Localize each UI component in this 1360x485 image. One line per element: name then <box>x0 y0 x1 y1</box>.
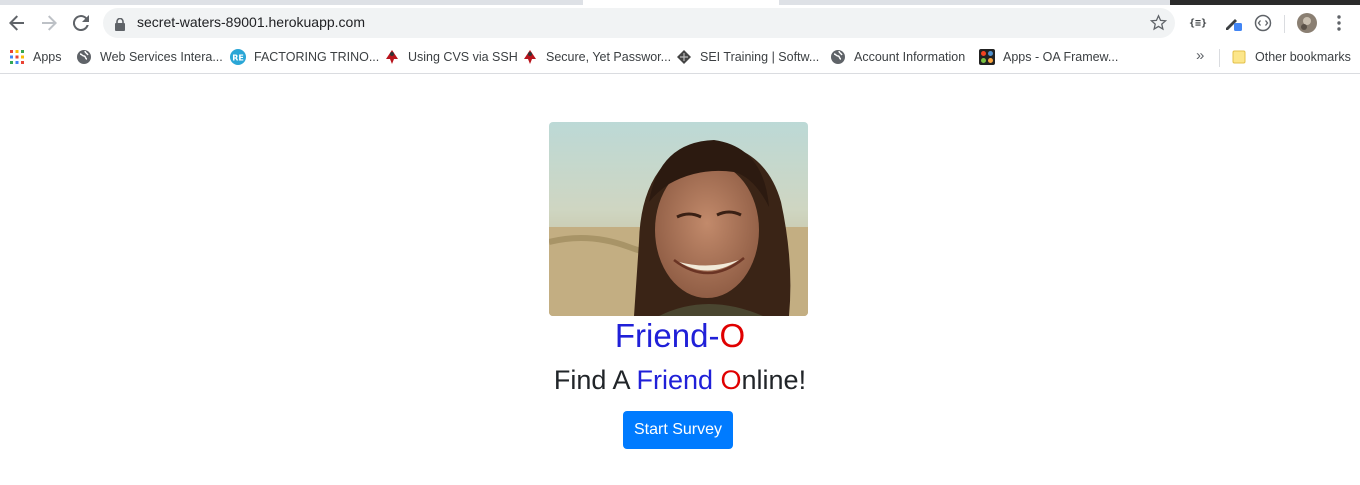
lock-icon <box>115 16 125 35</box>
bookmark-label: FACTORING TRINO... <box>254 50 380 64</box>
bookmark-apps[interactable]: Apps <box>9 48 62 66</box>
brand-title: Friend-O <box>0 316 1360 356</box>
svg-text:RE: RE <box>232 54 244 63</box>
tagline-o: O <box>720 365 742 395</box>
tagline: Find A Friend Online! <box>0 362 1360 398</box>
folder-icon <box>1231 49 1247 65</box>
sei-icon <box>676 49 692 65</box>
brand-title-dash: - <box>708 317 720 354</box>
globe-icon <box>830 49 846 65</box>
back-button[interactable] <box>3 9 31 37</box>
joomla-icon <box>979 49 995 65</box>
bookmark-label: Apps - OA Framew... <box>1003 50 1119 64</box>
bookmark-web-services[interactable]: Web Services Intera... <box>76 48 223 66</box>
re-site-icon: RE <box>230 49 246 65</box>
bookmark-factoring[interactable]: RE FACTORING TRINO... <box>230 48 379 66</box>
bookmark-label: Using CVS via SSH <box>408 50 518 64</box>
code-extension-icon[interactable] <box>1251 11 1275 35</box>
bookmarks-separator <box>1219 49 1220 67</box>
tagline-rest: nline! <box>741 365 807 395</box>
apps-grid-icon <box>9 49 25 65</box>
bookmark-label: Web Services Intera... <box>100 50 223 64</box>
bookmark-label: SEI Training | Softw... <box>700 50 820 64</box>
menu-kebab-icon[interactable] <box>1327 11 1351 35</box>
browser-toolbar: secret-waters-89001.herokuapp.com {≡} <box>0 5 1360 41</box>
bookmark-cvs-ssh[interactable]: Using CVS via SSH <box>384 48 518 66</box>
globe-icon <box>76 49 92 65</box>
forward-arrow-icon <box>42 15 57 31</box>
brand-title-o: O <box>719 317 746 354</box>
bookmark-label: Account Information <box>854 50 966 64</box>
toolbar-separator <box>1284 15 1285 33</box>
bookmark-account-info[interactable]: Account Information <box>830 48 965 66</box>
profile-avatar[interactable] <box>1295 11 1319 35</box>
start-survey-button[interactable]: Start Survey <box>623 411 733 449</box>
bookmark-label: Other bookmarks <box>1255 50 1351 64</box>
bookmark-secure[interactable]: Secure, Yet Passwor... <box>522 48 671 66</box>
bookmark-label: Secure, Yet Passwor... <box>546 50 672 64</box>
hero-portrait-image <box>549 122 808 316</box>
eyedropper-extension-icon[interactable] <box>1221 11 1245 35</box>
bug-icon <box>522 49 538 65</box>
back-arrow-icon <box>9 15 24 31</box>
bookmark-label: Apps <box>33 50 62 64</box>
reload-icon <box>73 15 89 31</box>
tagline-space <box>713 365 721 395</box>
bookmarks-overflow-chevron-icon[interactable]: » <box>1196 47 1204 64</box>
bookmark-star-icon[interactable] <box>1149 14 1168 35</box>
tagline-prefix: Find A <box>553 365 637 395</box>
reload-button[interactable] <box>67 9 95 37</box>
brand-title-friend: Friend <box>614 317 709 354</box>
bug-icon <box>384 49 400 65</box>
tagline-friend: Friend <box>636 365 713 395</box>
bookmark-oa-framework[interactable]: Apps - OA Framew... <box>979 48 1118 66</box>
bookmark-other-bookmarks[interactable]: Other bookmarks <box>1231 48 1351 66</box>
address-bar[interactable]: secret-waters-89001.herokuapp.com <box>103 8 1175 38</box>
json-viewer-extension-icon[interactable]: {≡} <box>1186 11 1210 35</box>
bookmarks-bar: Apps Web Services Intera... RE FACTORING… <box>0 41 1360 74</box>
bookmark-sei-training[interactable]: SEI Training | Softw... <box>676 48 819 66</box>
url-text: secret-waters-89001.herokuapp.com <box>137 14 366 30</box>
forward-button[interactable] <box>35 9 63 37</box>
